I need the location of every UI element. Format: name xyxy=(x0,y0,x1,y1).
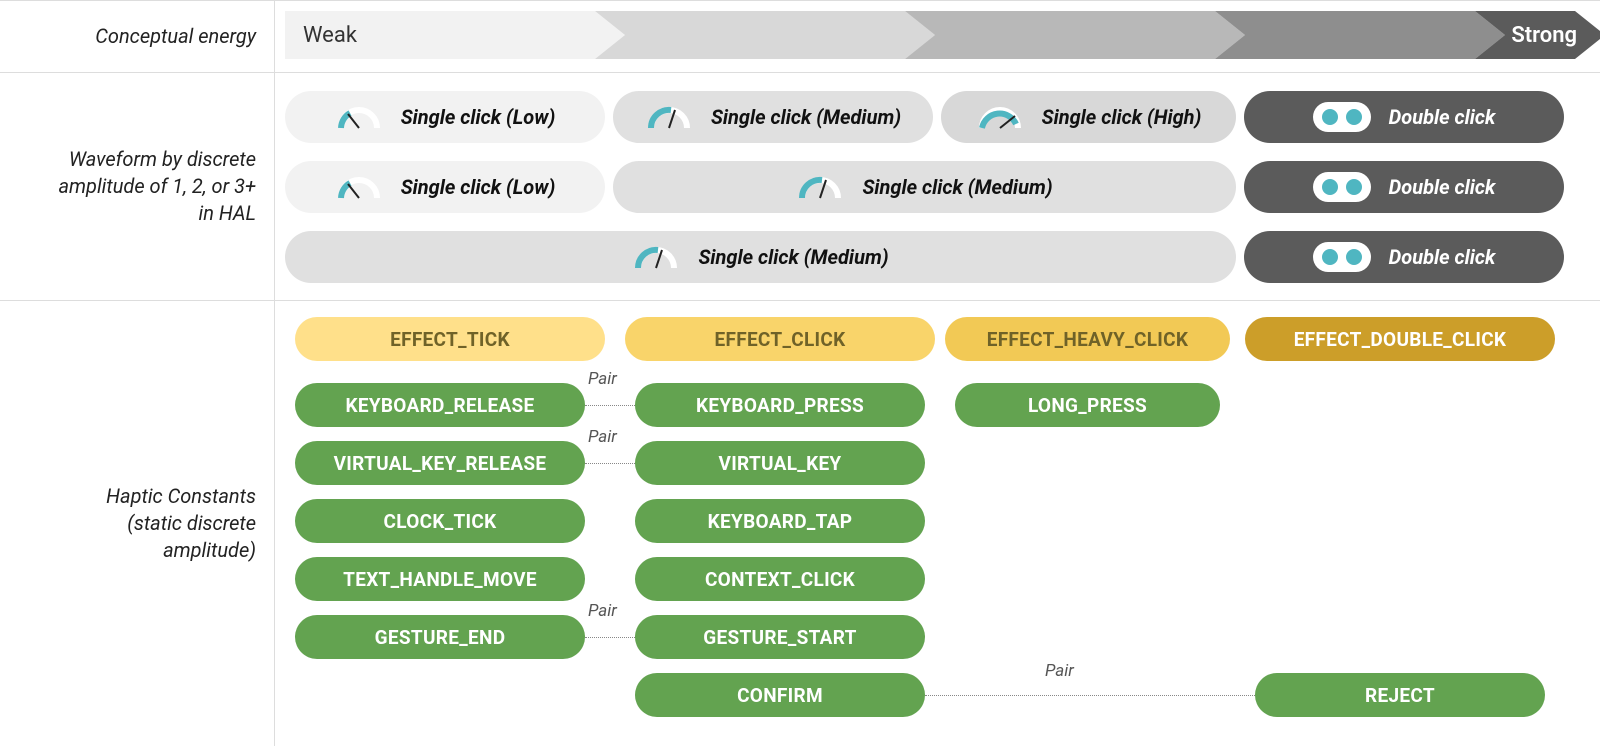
pill-single-low-b: Single click (Low) xyxy=(285,161,605,213)
chip-text-handle: TEXT_HANDLE_MOVE xyxy=(295,557,585,601)
energy-arrow: Weak Strong xyxy=(285,11,1575,59)
constants-cell: EFFECT_TICK EFFECT_CLICK EFFECT_HEAVY_CL… xyxy=(275,300,1600,746)
gauge-med-icon xyxy=(645,102,693,132)
row-label-energy: Conceptual energy xyxy=(0,0,275,72)
chip-clock-tick: CLOCK_TICK xyxy=(295,499,585,543)
gauge-low-icon xyxy=(335,102,383,132)
pill-single-high-a: Single click (High) xyxy=(941,91,1236,143)
pill-single-med-a: Single click (Medium) xyxy=(613,91,933,143)
double-dots-icon xyxy=(1313,242,1371,272)
row-label-constants: Haptic Constants (static discrete amplit… xyxy=(0,300,275,746)
chip-kb-tap: KEYBOARD_TAP xyxy=(635,499,925,543)
pill-double-b: Double click xyxy=(1244,161,1564,213)
arrow-seg-3 xyxy=(905,11,1245,59)
pill-double-c: Double click xyxy=(1244,231,1564,283)
chip-kb-press: KEYBOARD_PRESS xyxy=(635,383,925,427)
double-dots-icon xyxy=(1313,172,1371,202)
gauge-med-icon xyxy=(632,242,680,272)
gauge-high-icon xyxy=(976,102,1024,132)
pill-single-low-a: Single click (Low) xyxy=(285,91,605,143)
arrow-seg-strong: Strong xyxy=(1475,11,1600,59)
energy-arrow-cell: Weak Strong xyxy=(275,0,1600,72)
chip-vk: VIRTUAL_KEY xyxy=(635,441,925,485)
chip-effect-heavy: EFFECT_HEAVY_CLICK xyxy=(945,317,1230,361)
chip-vk-release: VIRTUAL_KEY_RELEASE xyxy=(295,441,585,485)
chip-kb-release: KEYBOARD_RELEASE xyxy=(295,383,585,427)
chip-reject: REJECT xyxy=(1255,673,1545,717)
energy-label: Conceptual energy xyxy=(95,23,256,50)
chip-gesture-start: GESTURE_START xyxy=(635,615,925,659)
pill-single-med-b: Single click (Medium) xyxy=(613,161,1236,213)
pair-label-3: Pair xyxy=(588,601,617,621)
pill-single-med-c: Single click (Medium) xyxy=(285,231,1236,283)
pair-label-4: Pair xyxy=(1045,661,1074,681)
gauge-med-icon xyxy=(796,172,844,202)
strong-text: Strong xyxy=(1493,23,1600,48)
row-label-waveform: Waveform by discrete amplitude of 1, 2, … xyxy=(0,72,275,300)
chip-confirm: CONFIRM xyxy=(635,673,925,717)
waveform-cell: Single click (Low) Single click (Medium)… xyxy=(275,72,1600,300)
pill-double-a: Double click xyxy=(1244,91,1564,143)
gauge-low-icon xyxy=(335,172,383,202)
pair-label-1: Pair xyxy=(588,369,617,389)
arrow-seg-4 xyxy=(1215,11,1505,59)
weak-text: Weak xyxy=(285,23,375,48)
chip-effect-tick: EFFECT_TICK xyxy=(295,317,605,361)
arrow-seg-2 xyxy=(595,11,935,59)
chip-effect-double: EFFECT_DOUBLE_CLICK xyxy=(1245,317,1555,361)
chip-effect-click: EFFECT_CLICK xyxy=(625,317,935,361)
chip-long-press: LONG_PRESS xyxy=(955,383,1220,427)
double-dots-icon xyxy=(1313,102,1371,132)
pair-label-2: Pair xyxy=(588,427,617,447)
arrow-seg-weak: Weak xyxy=(285,11,625,59)
chip-ctx-click: CONTEXT_CLICK xyxy=(635,557,925,601)
chip-gesture-end: GESTURE_END xyxy=(295,615,585,659)
